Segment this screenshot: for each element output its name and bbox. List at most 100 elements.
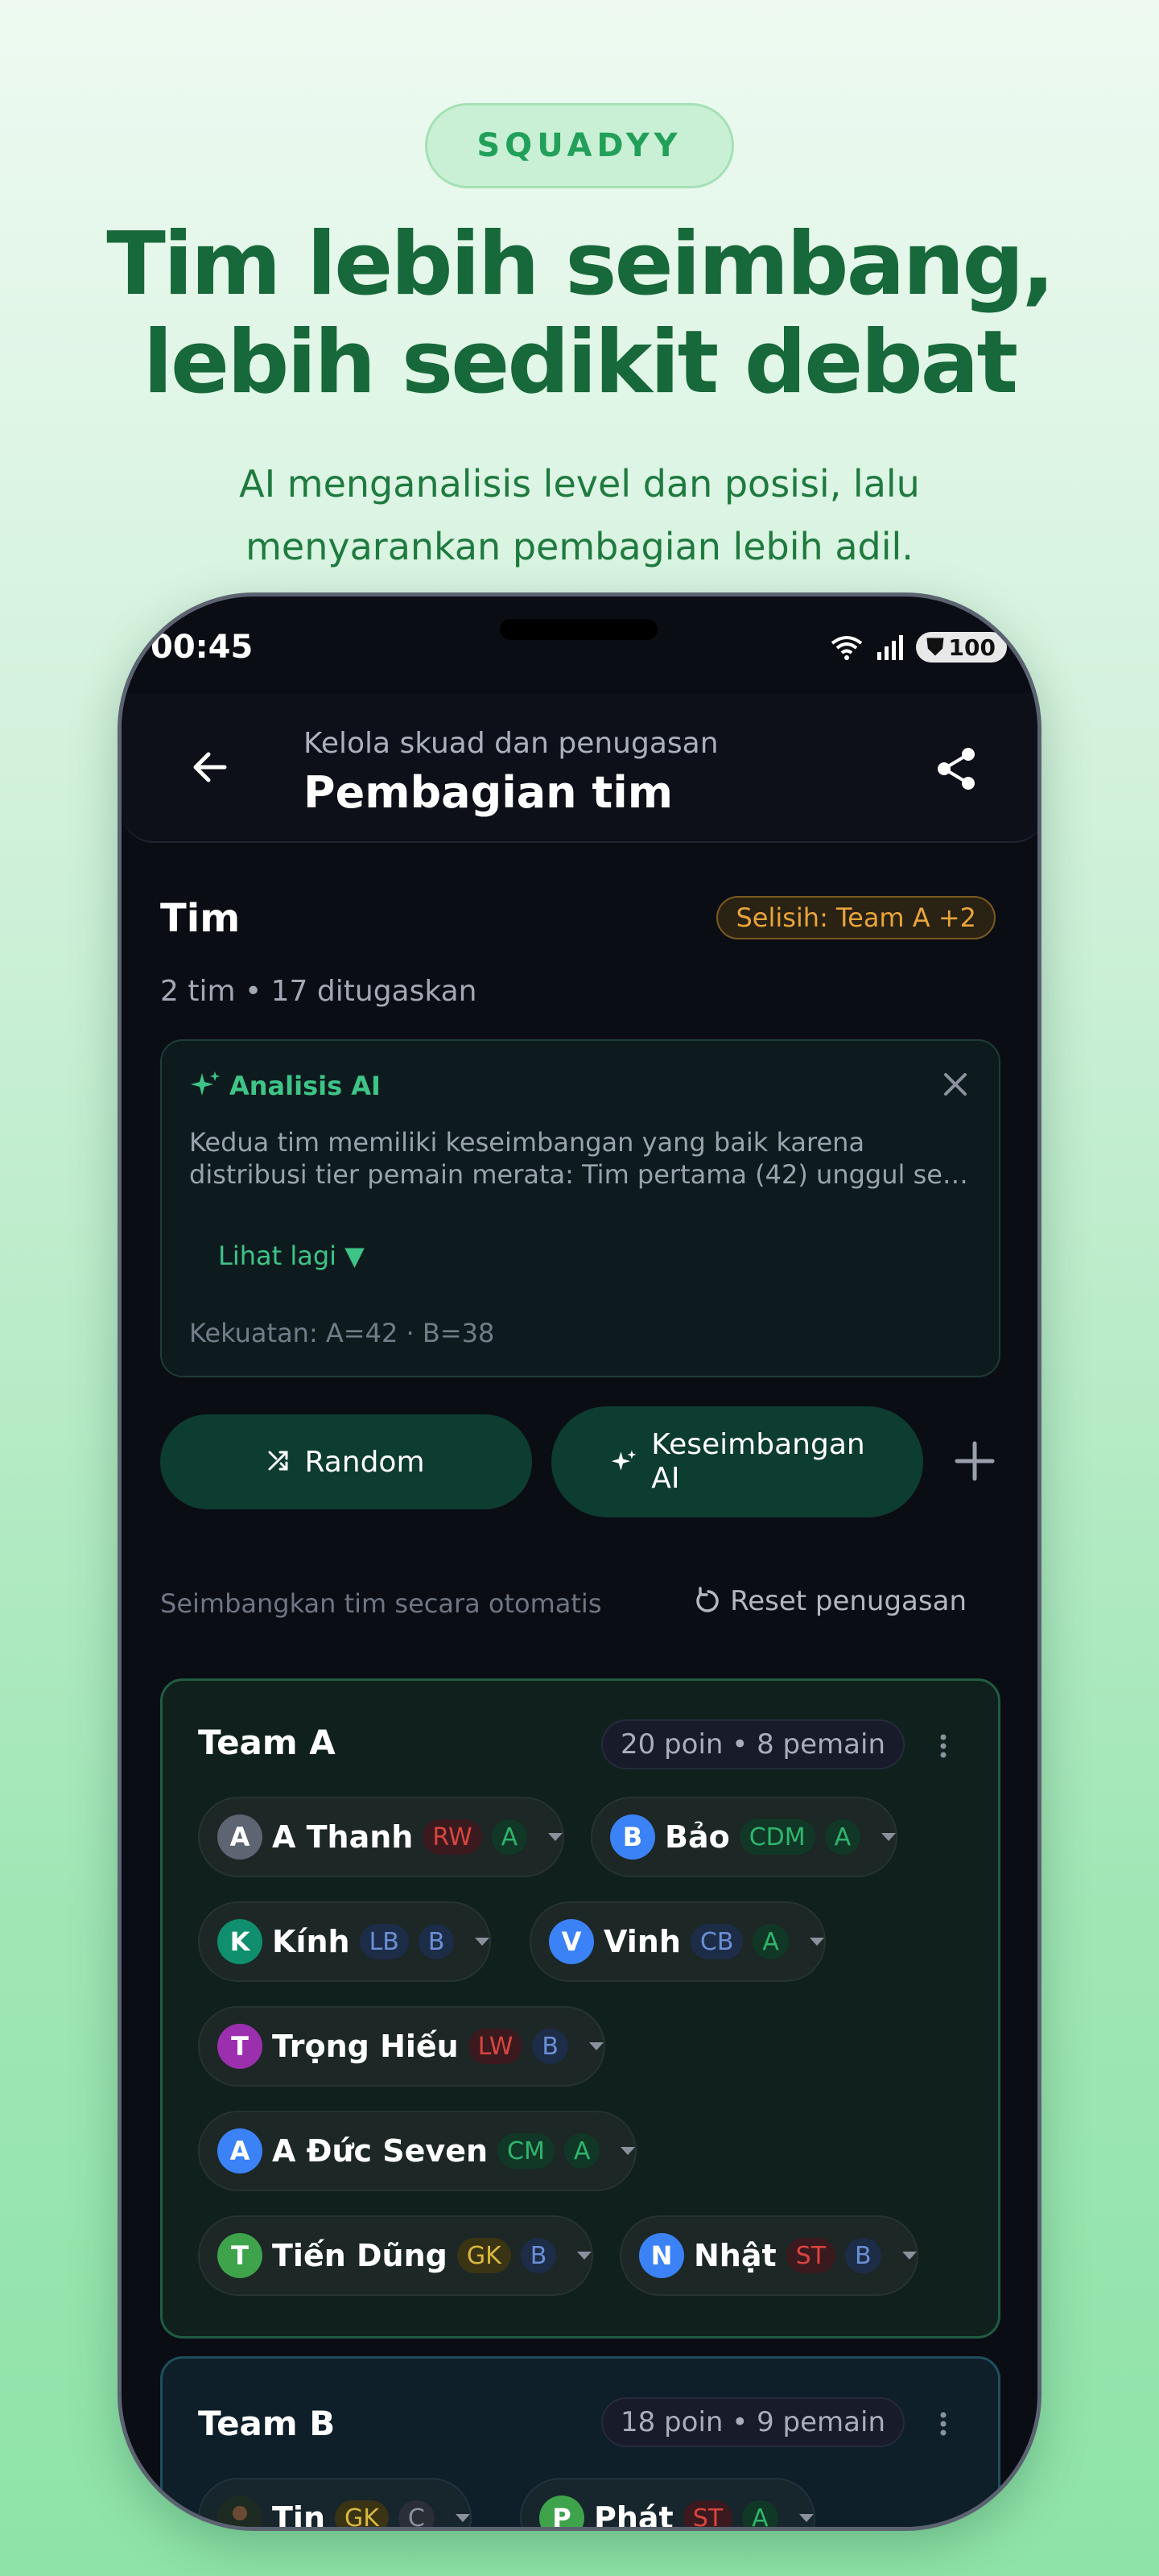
player-name: Bảo: [665, 1819, 730, 1855]
brand-badge: SQUADYY: [425, 103, 734, 188]
ai-balance-label-line-1: Keseimbangan: [651, 1428, 865, 1461]
ai-card-title: Analisis AI: [229, 1071, 381, 1101]
player-name: Vinh: [604, 1924, 681, 1959]
chevron-down-icon[interactable]: [475, 1938, 490, 1946]
assignment-summary: 2 tim • 17 ditugaskan: [160, 975, 477, 1008]
position-tag: CB: [690, 1924, 744, 1959]
player-name: Nhật: [694, 2238, 777, 2273]
team-name: Team A: [198, 1723, 336, 1762]
chevron-down-icon[interactable]: [548, 1833, 563, 1841]
section-title: Tim: [160, 896, 241, 941]
tier-tag: A: [491, 1819, 528, 1855]
avatar: A: [217, 1814, 262, 1860]
chevron-down-icon[interactable]: [881, 1833, 897, 1841]
avatar: B: [610, 1814, 655, 1860]
player-chip[interactable]: T Tiến Dũng GK B: [198, 2215, 594, 2296]
chevron-down-icon[interactable]: [588, 2042, 604, 2050]
avatar: A: [217, 2128, 262, 2174]
player-chip[interactable]: V Vinh CB A: [530, 1901, 826, 1982]
player-chip[interactable]: A A Đức Seven CM A: [198, 2111, 637, 2191]
headline-line-1: Tim lebih seimbang,: [106, 214, 1054, 315]
subhead-line-1: AI menganalisis level dan posisi, lalu: [239, 462, 920, 506]
player-chip[interactable]: N Nhật ST B: [620, 2215, 918, 2296]
tier-tag: A: [753, 1924, 789, 1959]
signal-icon: [876, 635, 903, 660]
see-more-link[interactable]: Lihat lagi ▼: [218, 1241, 365, 1271]
ai-balance-label-line-2: AI: [651, 1462, 680, 1495]
share-icon[interactable]: [931, 743, 983, 795]
position-tag: LW: [468, 2029, 523, 2064]
auto-balance-hint: Seimbangkan tim secara otomatis: [160, 1588, 602, 1619]
team-strength: Kekuatan: A=42 · B=38: [189, 1318, 495, 1348]
player-chip[interactable]: K Kính LB B: [198, 1901, 492, 1982]
sparkle-icon: [191, 1071, 220, 1096]
player-name: Kính: [272, 1924, 350, 1959]
back-arrow-icon[interactable]: [186, 743, 234, 791]
player-chip[interactable]: P Phát ST A: [520, 2478, 815, 2531]
position-tag: LB: [359, 1924, 409, 1959]
add-team-plus-icon[interactable]: [951, 1437, 999, 1485]
player-chip[interactable]: T Trọng Hiếu LW B: [198, 2006, 605, 2087]
ai-analysis-text: Kedua tim memiliki keseimbangan yang bai…: [189, 1126, 978, 1191]
ai-analysis-card: Analisis AI Kedua tim memiliki keseimban…: [160, 1039, 1000, 1377]
team-name: Team B: [198, 2404, 336, 2443]
reset-label: Reset penugasan: [730, 1585, 967, 1617]
shuffle-icon: [268, 1451, 288, 1471]
sparkle-icon: [611, 1450, 637, 1471]
close-icon[interactable]: [941, 1070, 970, 1099]
chevron-down-icon[interactable]: [798, 2514, 814, 2522]
ai-balance-label: Keseimbangan AI: [651, 1428, 864, 1496]
tier-tag: B: [845, 2238, 881, 2273]
team-stats-badge: 18 poin • 9 pemain: [600, 2397, 905, 2447]
player-name: Tin: [272, 2500, 325, 2531]
more-vertical-icon[interactable]: [938, 2412, 948, 2436]
random-button[interactable]: Random: [160, 1414, 532, 1509]
avatar: P: [539, 2496, 584, 2527]
player-chip[interactable]: Tin GK C: [198, 2478, 472, 2531]
position-tag: CM: [497, 2133, 555, 2169]
position-tag: ST: [786, 2238, 836, 2273]
team-card-b: Team B 18 poin • 9 pemain Tin GK C P Phá…: [160, 2356, 1000, 2531]
tier-tag: A: [824, 1819, 861, 1855]
player-name: Tiến Dũng: [272, 2238, 448, 2273]
status-time: 00:45: [151, 629, 254, 666]
reset-assignment-button[interactable]: Reset penugasan: [693, 1585, 967, 1617]
player-name: Phát: [594, 2500, 674, 2531]
promo-headline: Tim lebih seimbang, lebih sedikit debat: [0, 216, 1159, 412]
phone-frame: 00:45 ⛊ 100 Kelola skuad dan penugasan P…: [118, 592, 1041, 2531]
chevron-down-icon[interactable]: [809, 1938, 824, 1946]
avatar: V: [549, 1919, 594, 1964]
player-photo-icon: [217, 2496, 262, 2527]
tier-tag: B: [532, 2029, 568, 2064]
chevron-down-icon[interactable]: [577, 2252, 592, 2260]
tier-tag: C: [398, 2500, 435, 2527]
random-button-label: Random: [304, 1445, 425, 1479]
position-tag: CDM: [739, 1819, 815, 1855]
status-icons: ⛊ 100: [829, 632, 1007, 663]
player-name: A Thanh: [272, 1819, 414, 1855]
ai-text-line-2: distribusi tier pemain merata: Tim perta…: [189, 1159, 978, 1190]
avatar: [217, 2496, 262, 2527]
player-chip[interactable]: A A Thanh RW A: [198, 1797, 565, 1877]
header-subtitle: Kelola skuad dan penugasan: [303, 727, 719, 760]
position-tag: GK: [335, 2500, 389, 2527]
subhead-line-2: menyarankan pembagian lebih adil.: [245, 525, 914, 568]
battery-shield-icon: ⛊: [926, 634, 944, 660]
player-name: Trọng Hiếu: [272, 2029, 459, 2064]
avatar: K: [217, 1919, 262, 1964]
player-chip[interactable]: B Bảo CDM A: [591, 1797, 898, 1877]
chevron-down-icon[interactable]: [455, 2514, 470, 2522]
avatar: T: [217, 2024, 262, 2069]
difference-badge: Selisih: Team A +2: [716, 896, 996, 939]
position-tag: ST: [683, 2500, 733, 2527]
battery-level: 100: [948, 634, 996, 661]
headline-line-2: lebih sedikit debat: [142, 312, 1018, 413]
more-vertical-icon[interactable]: [938, 1734, 948, 1758]
app-header: Kelola skuad dan penugasan Pembagian tim: [122, 693, 1037, 843]
chevron-down-icon[interactable]: [901, 2252, 917, 2260]
ai-balance-button[interactable]: Keseimbangan AI: [551, 1406, 923, 1517]
chevron-down-icon[interactable]: [621, 2147, 636, 2155]
avatar: T: [217, 2233, 262, 2278]
position-tag: RW: [423, 1819, 482, 1855]
team-stats-badge: 20 poin • 8 pemain: [600, 1719, 905, 1769]
